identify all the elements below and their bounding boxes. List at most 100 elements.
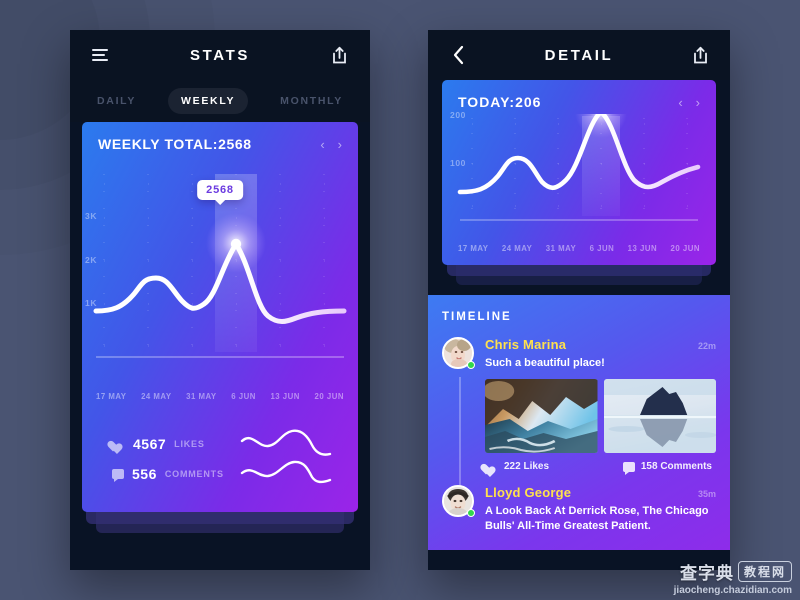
next-period-button[interactable]: › bbox=[338, 138, 342, 151]
y-tick-200: 200 bbox=[450, 110, 466, 120]
comment-bubble-icon bbox=[112, 468, 124, 482]
heart-icon bbox=[112, 438, 125, 450]
x-tick-3: 6 JUN bbox=[589, 244, 615, 253]
post-header: Chris Marina 22m bbox=[485, 337, 716, 352]
stats-numbers: 4567 LIKES 556 COMMENTS bbox=[112, 436, 224, 482]
prev-period-button[interactable]: ‹ bbox=[320, 138, 324, 151]
online-status-dot bbox=[467, 361, 475, 369]
post-body: Chris Marina 22m Such a beautiful place! bbox=[485, 337, 716, 475]
weekly-card-arrows: ‹ › bbox=[320, 138, 342, 151]
sparkline-group bbox=[240, 427, 358, 490]
post-author-name[interactable]: Chris Marina bbox=[485, 337, 566, 352]
x-tick-1: 24 MAY bbox=[141, 392, 172, 401]
detail-card-header: TODAY:206 ‹ › bbox=[442, 80, 716, 114]
sparkline-bottom bbox=[240, 460, 332, 484]
weekly-footer-stats: 4567 LIKES 556 COMMENTS bbox=[82, 401, 358, 512]
sparkline-top bbox=[240, 429, 332, 456]
weekly-card-stack: WEEKLY TOTAL:2568 ‹ › 3K 2K 1K 2568 17 M… bbox=[70, 122, 370, 533]
detail-chart-plot: 200 100 bbox=[442, 110, 716, 242]
next-day-button[interactable]: › bbox=[696, 96, 700, 109]
detail-card-arrows: ‹ › bbox=[678, 96, 700, 109]
page-title: DETAIL bbox=[544, 46, 614, 64]
sparkline-icons bbox=[240, 429, 332, 484]
avatar-wrap bbox=[442, 484, 475, 517]
likes-label: LIKES bbox=[174, 438, 205, 449]
share-button[interactable] bbox=[688, 43, 712, 67]
comment-bubble-icon bbox=[622, 461, 635, 475]
likes-count: 4567 bbox=[133, 435, 167, 452]
detail-card-stack: TODAY:206 ‹ › 200 100 17 MAY 24 MAY 31 M… bbox=[428, 80, 730, 285]
phone-stats-screen: STATS DAILY WEEKLY MONTHLY WEEKLY TOTAL:… bbox=[70, 30, 370, 570]
watermark-brand-box: 教程网 bbox=[737, 561, 792, 582]
hamburger-icon bbox=[92, 46, 108, 64]
iceberg-reflection-photo bbox=[603, 378, 716, 453]
post-meta: 222 Likes 158 Comments bbox=[485, 461, 716, 475]
post-timestamp: 35m bbox=[697, 488, 716, 499]
coastal-seascape-photo bbox=[485, 378, 598, 453]
comments-count: 556 bbox=[132, 465, 157, 482]
comments-label: COMMENTS bbox=[164, 468, 224, 479]
y-tick-3k: 3K bbox=[85, 211, 98, 221]
today-total-title: TODAY:206 bbox=[458, 94, 542, 110]
phone-detail-screen: DETAIL TODAY:206 ‹ › 200 100 17 MAY 24 M… bbox=[428, 30, 730, 570]
post-comments[interactable]: 158 Comments bbox=[622, 461, 712, 475]
detail-chart-card: TODAY:206 ‹ › 200 100 17 MAY 24 MAY 31 M… bbox=[442, 80, 716, 265]
timeline-heading: TIMELINE bbox=[442, 311, 512, 323]
tab-daily[interactable]: DAILY bbox=[84, 88, 149, 114]
post-text: Such a beautiful place! bbox=[485, 357, 605, 369]
x-tick-0: 17 MAY bbox=[458, 244, 489, 253]
detail-navbar: DETAIL bbox=[428, 30, 730, 80]
hamburger-menu-button[interactable] bbox=[88, 43, 112, 67]
y-tick-1k: 1K bbox=[85, 298, 98, 308]
weekly-chart-card: WEEKLY TOTAL:2568 ‹ › 3K 2K 1K 2568 17 M… bbox=[82, 122, 358, 512]
prev-day-button[interactable]: ‹ bbox=[678, 96, 682, 109]
x-tick-3: 6 JUN bbox=[231, 392, 256, 401]
heart-icon bbox=[485, 461, 498, 473]
peak-tooltip: 2568 bbox=[197, 180, 243, 200]
detail-chart-svg bbox=[457, 114, 701, 221]
x-tick-5: 20 JUN bbox=[314, 392, 344, 401]
detail-x-axis: 17 MAY 24 MAY 31 MAY 6 JUN 13 JUN 20 JUN bbox=[442, 242, 716, 265]
online-status-dot bbox=[467, 508, 475, 517]
post-header: Lloyd George 35m bbox=[485, 485, 716, 500]
post-text: A Look Back At Derrick Rose, The Chicago… bbox=[485, 504, 709, 532]
likes-row: 4567 LIKES bbox=[112, 436, 224, 452]
stats-navbar: STATS bbox=[70, 30, 370, 80]
stats-tabbar: DAILY WEEKLY MONTHLY bbox=[70, 80, 370, 122]
post-likes-label: 222 Likes bbox=[504, 461, 550, 473]
back-button[interactable] bbox=[446, 43, 470, 67]
y-tick-100: 100 bbox=[450, 158, 466, 168]
weekly-total-title: WEEKLY TOTAL:2568 bbox=[98, 136, 252, 152]
post-photo-iceberg-reflection[interactable] bbox=[603, 378, 716, 453]
x-tick-2: 31 MAY bbox=[186, 392, 217, 401]
timeline-card: TIMELINE Chris Marina 22m Such a beautif… bbox=[428, 295, 730, 550]
post-photo-coastal-seascape[interactable] bbox=[485, 378, 598, 453]
watermark-url: jiaocheng.chazidian.com bbox=[673, 585, 792, 596]
x-tick-1: 24 MAY bbox=[501, 244, 533, 253]
x-tick-4: 13 JUN bbox=[270, 392, 300, 401]
x-tick-0: 17 MAY bbox=[96, 392, 127, 401]
tab-monthly[interactable]: MONTHLY bbox=[267, 88, 356, 114]
comments-row: 556 COMMENTS bbox=[112, 466, 224, 482]
x-tick-5: 20 JUN bbox=[670, 244, 700, 253]
post-photo-grid bbox=[485, 378, 716, 453]
share-button[interactable] bbox=[328, 43, 352, 67]
list-item[interactable]: Chris Marina 22m Such a beautiful place! bbox=[442, 337, 716, 475]
weekly-card-header: WEEKLY TOTAL:2568 ‹ › bbox=[82, 122, 358, 156]
chevron-left-icon bbox=[453, 45, 463, 65]
weekly-x-axis: 17 MAY 24 MAY 31 MAY 6 JUN 13 JUN 20 JUN bbox=[82, 388, 358, 401]
tab-weekly[interactable]: WEEKLY bbox=[168, 88, 249, 114]
x-tick-2: 31 MAY bbox=[545, 244, 577, 253]
peak-marker bbox=[230, 238, 242, 250]
post-timestamp: 22m bbox=[697, 341, 716, 351]
share-icon bbox=[693, 46, 707, 64]
post-body: Lloyd George 35m A Look Back At Derrick … bbox=[485, 485, 716, 534]
x-tick-4: 13 JUN bbox=[627, 244, 658, 253]
share-icon bbox=[333, 46, 347, 64]
y-tick-2k: 2K bbox=[85, 255, 98, 265]
post-likes[interactable]: 222 Likes bbox=[485, 461, 549, 473]
post-author-name[interactable]: Lloyd George bbox=[485, 485, 571, 500]
list-item[interactable]: Lloyd George 35m A Look Back At Derrick … bbox=[442, 484, 716, 534]
page-title: STATS bbox=[190, 46, 250, 64]
weekly-chart-plot: 3K 2K 1K 2568 bbox=[82, 156, 358, 388]
